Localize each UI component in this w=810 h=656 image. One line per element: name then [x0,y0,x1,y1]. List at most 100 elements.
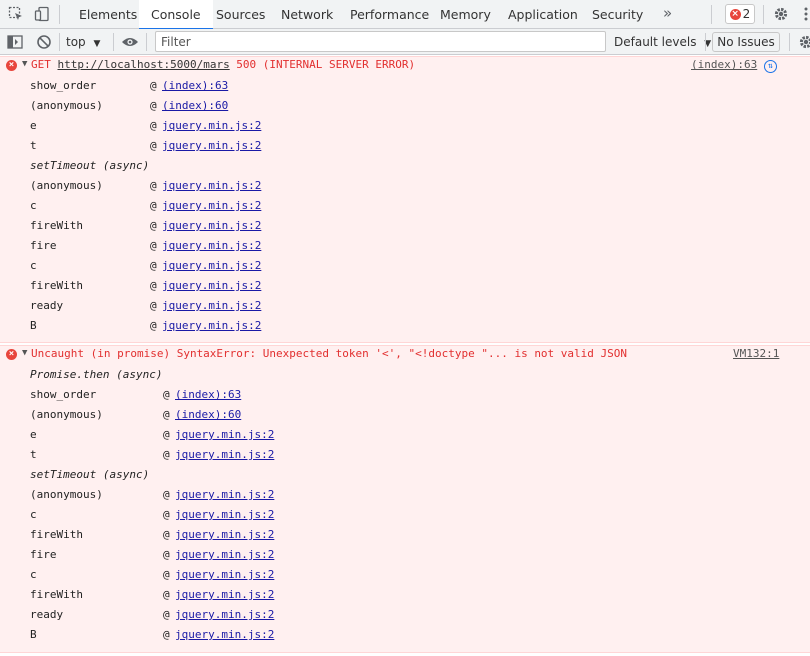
tab-security[interactable]: Security [592,0,643,29]
error-icon: × [6,349,17,360]
stack-frame-source-link[interactable]: jquery.min.js:2 [162,137,261,155]
settings-gear-icon[interactable] [770,4,792,24]
stack-frame-source-link[interactable]: jquery.min.js:2 [175,626,274,644]
at-symbol: @ [150,299,157,312]
error-text: Uncaught (in promise) SyntaxError: Unexp… [31,347,628,360]
stack-frame-source-link[interactable]: jquery.min.js:2 [175,446,274,464]
stack-frame-source-link[interactable]: (index):60 [162,97,228,115]
issues-button[interactable]: No Issues [712,32,780,52]
console-toolbar: top ▼ Default levels ▼ No Issues [0,29,810,55]
error-count-badge[interactable]: × 2 [725,4,755,24]
context-value: top [66,35,86,49]
levels-label: Default levels [614,35,697,49]
stack-frame-function: fireWith [30,588,83,601]
stack-frame-source-link[interactable]: jquery.min.js:2 [175,526,274,544]
stack-frame-source-link[interactable]: jquery.min.js:2 [162,257,261,275]
stack-frame-function: e [30,119,37,132]
divider [59,5,60,24]
stack-frame-function: ready [30,299,64,312]
stack-frame-source-link[interactable]: jquery.min.js:2 [175,586,274,604]
dropdown-arrow-icon: ▼ [93,39,101,49]
stack-frame-source-link[interactable]: (index):60 [175,406,241,424]
expand-triangle-icon[interactable]: ▼ [22,59,27,69]
stack-frame-source-link[interactable]: jquery.min.js:2 [162,217,261,235]
inspect-element-icon[interactable] [5,4,27,24]
at-symbol: @ [163,588,170,601]
message-source-link[interactable]: VM132:1 [733,347,779,360]
console-settings-gear-icon[interactable] [795,32,810,52]
stack-frame-function: t [30,448,37,461]
stack-frame-source-link[interactable]: jquery.min.js:2 [175,486,274,504]
at-symbol: @ [163,508,170,521]
stack-frame-source-link[interactable]: jquery.min.js:2 [175,566,274,584]
stack-frame-source-link[interactable]: jquery.min.js:2 [175,426,274,444]
execution-context-select[interactable]: top ▼ [66,29,100,55]
device-toolbar-icon[interactable] [31,4,53,24]
divider [113,33,114,51]
stack-frame-source-link[interactable]: jquery.min.js:2 [175,506,274,524]
at-symbol: @ [163,408,170,421]
stack-frame-source-link[interactable]: jquery.min.js:2 [162,237,261,255]
stack-frame-function: c [30,508,37,521]
tab-console[interactable]: Console [139,0,213,30]
expand-triangle-icon[interactable]: ▼ [22,348,27,358]
stack-frame-function: c [30,259,37,272]
divider [789,33,790,51]
customize-menu-icon[interactable] [795,4,810,24]
at-symbol: @ [163,608,170,621]
tab-sources[interactable]: Sources [216,0,265,29]
stack-frame-source-link[interactable]: jquery.min.js:2 [162,177,261,195]
error-count: 2 [742,7,751,21]
at-symbol: @ [163,428,170,441]
divider [146,33,147,51]
stack-frame-source-link[interactable]: jquery.min.js:2 [175,546,274,564]
tab-memory[interactable]: Memory [440,0,491,29]
at-symbol: @ [150,239,157,252]
at-symbol: @ [150,179,157,192]
stack-frame-function: c [30,568,37,581]
stack-frame-source-link[interactable]: jquery.min.js:2 [175,606,274,624]
tab-application[interactable]: Application [508,0,578,29]
console-error-message: × ▼ Uncaught (in promise) SyntaxError: U… [0,345,810,653]
tab-network[interactable]: Network [281,0,333,29]
stack-frame-source-link[interactable]: (index):63 [175,386,241,404]
error-icon: × [6,60,17,71]
stack-frame-source-link[interactable]: jquery.min.js:2 [162,297,261,315]
at-symbol: @ [150,259,157,272]
more-tabs-chevron-icon[interactable]: » [663,0,672,29]
console-error-message: × ▼ GET http://localhost:5000/mars 500 (… [0,56,810,343]
error-method: GET [31,58,58,71]
at-symbol: @ [163,388,170,401]
stack-frame-function: fire [30,548,57,561]
stack-frame-function: (anonymous) [30,408,103,421]
stack-frame-source-link[interactable]: (index):63 [162,77,228,95]
at-symbol: @ [150,139,157,152]
show-sidebar-icon[interactable] [4,32,26,52]
stack-frame-source-link[interactable]: jquery.min.js:2 [162,197,261,215]
stack-frame-source-link[interactable]: jquery.min.js:2 [162,277,261,295]
error-icon: × [729,8,741,20]
stack-frame-function: B [30,319,37,332]
message-header[interactable]: × ▼ GET http://localhost:5000/mars 500 (… [0,57,810,77]
message-source-link[interactable]: (index):63 [691,58,757,71]
divider [711,5,712,24]
tab-elements[interactable]: Elements [79,0,137,29]
divider [763,5,764,24]
console-filter-input[interactable] [155,31,606,52]
network-request-icon[interactable]: ⇅ [764,60,777,73]
divider [59,33,60,51]
message-header[interactable]: × ▼ Uncaught (in promise) SyntaxError: U… [0,346,810,366]
request-url-link[interactable]: http://localhost:5000/mars [58,58,230,71]
at-symbol: @ [163,548,170,561]
log-levels-dropdown[interactable]: Default levels ▼ [614,29,711,55]
live-expression-eye-icon[interactable] [119,32,141,52]
at-symbol: @ [163,488,170,501]
clear-console-icon[interactable] [33,32,55,52]
stack-frame-function: c [30,199,37,212]
stack-frame-source-link[interactable]: jquery.min.js:2 [162,117,261,135]
devtools-tab-bar: Elements Console Sources Network Perform… [0,0,810,30]
stack-frame-source-link[interactable]: jquery.min.js:2 [162,317,261,335]
async-boundary-label: setTimeout (async) [30,468,150,481]
stack-frame-function: (anonymous) [30,99,103,112]
tab-performance[interactable]: Performance [350,0,429,29]
